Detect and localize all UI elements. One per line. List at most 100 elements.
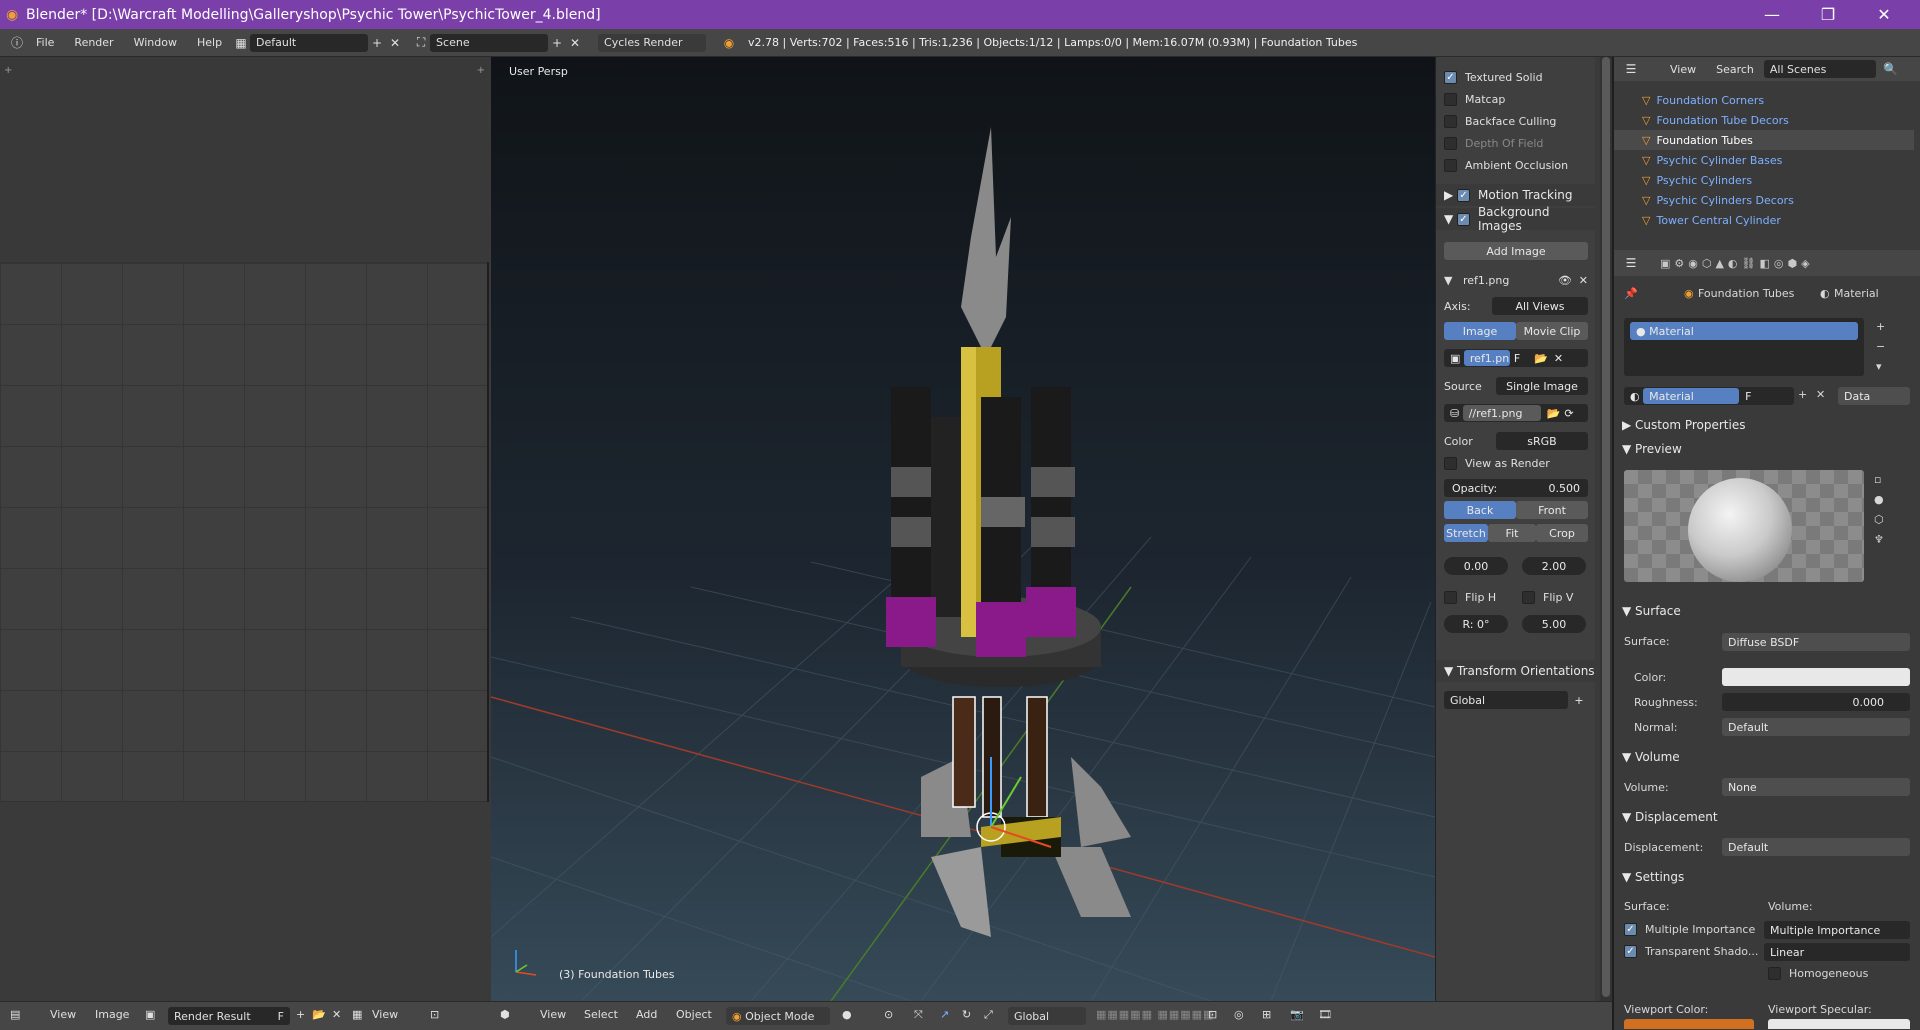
collapse-arrow-icon[interactable]: ▼: [1444, 274, 1463, 287]
menu-help[interactable]: Help: [187, 36, 232, 49]
manipulator-icon[interactable]: ⤧: [914, 1008, 923, 1022]
material-browse-icon[interactable]: ◐: [1630, 390, 1643, 403]
3d-viewport[interactable]: User Persp (3) Foundation Tubes: [491, 57, 1435, 1001]
size-field[interactable]: 5.00: [1522, 615, 1586, 633]
opacity-slider[interactable]: Opacity: 0.500: [1444, 479, 1588, 497]
front-button[interactable]: Front: [1516, 501, 1588, 519]
material-datablock[interactable]: ◐ Material F: [1624, 387, 1794, 405]
outliner-row[interactable]: ▽ Tower Central Cylinder: [1614, 210, 1914, 230]
checkbox-icon[interactable]: [1444, 158, 1457, 172]
render-engine-dropdown[interactable]: Cycles Render: [598, 33, 707, 52]
outliner-view-menu[interactable]: View: [1660, 63, 1706, 76]
remove-layout-icon[interactable]: ✕: [386, 34, 404, 52]
pin-icon[interactable]: 📌: [1624, 287, 1638, 300]
remove-slot-icon[interactable]: −: [1876, 340, 1885, 353]
add-scene-icon[interactable]: +: [548, 34, 566, 52]
properties-editor-icon[interactable]: ☰: [1622, 254, 1640, 272]
material-slot[interactable]: ● Material: [1630, 322, 1858, 340]
volume-interpolation-dropdown[interactable]: Linear: [1764, 943, 1910, 961]
search-icon[interactable]: 🔍: [1882, 60, 1900, 78]
vp-add-menu[interactable]: Add: [636, 1008, 657, 1021]
add-orientation-icon[interactable]: +: [1570, 691, 1588, 709]
outliner-row[interactable]: ▽ Foundation Tube Decors: [1614, 110, 1914, 130]
proportional-icon[interactable]: ◎: [1234, 1008, 1244, 1021]
background-images-header[interactable]: ▼ ✓ Background Images: [1436, 205, 1596, 233]
volume-sampling-dropdown[interactable]: Multiple Importance: [1764, 921, 1910, 939]
shading-icon[interactable]: ●: [842, 1008, 852, 1021]
layers-icon[interactable]: ▦▦▦▦▦ ▦▦▦▦▦: [1096, 1008, 1214, 1021]
volume-panel[interactable]: ▼ Volume: [1614, 746, 1914, 768]
custom-properties-panel[interactable]: ▶ Custom Properties: [1614, 414, 1914, 436]
foundation-corner[interactable]: [1051, 847, 1131, 917]
scene-icon[interactable]: ⛶: [412, 34, 430, 52]
outliner-row-active[interactable]: ▽ Foundation Tubes: [1614, 130, 1914, 150]
rotate-icon[interactable]: ↻: [962, 1008, 971, 1021]
preview-type-icon[interactable]: ▫: [1874, 473, 1881, 486]
outliner-row[interactable]: ▽ Psychic Cylinder Bases: [1614, 150, 1914, 170]
menu-window[interactable]: Window: [124, 36, 187, 49]
tab-image[interactable]: Image: [1444, 322, 1516, 340]
snap-element-icon[interactable]: ⊞: [1262, 1008, 1271, 1021]
image-editor-grid[interactable]: [0, 262, 487, 802]
outliner-row[interactable]: ▽ Psychic Cylinders Decors: [1614, 190, 1914, 210]
tower-central-cylinder[interactable]: [961, 347, 976, 637]
snap-icon[interactable]: ⊡: [1208, 1008, 1217, 1021]
checkbox-icon[interactable]: [1444, 92, 1457, 106]
remove-icon[interactable]: ✕: [1579, 274, 1588, 287]
close-button[interactable]: ✕: [1856, 0, 1912, 29]
link-dropdown[interactable]: Data: [1838, 387, 1910, 405]
preview-type-icon[interactable]: ⬡: [1874, 513, 1884, 526]
pivot-point-icon[interactable]: ⊙: [884, 1008, 893, 1021]
foundation-corner[interactable]: [1071, 757, 1131, 847]
settings-panel[interactable]: ▼ Settings: [1614, 866, 1914, 888]
viewport-color-swatch[interactable]: [1624, 1019, 1754, 1029]
unlink-material-icon[interactable]: ✕: [1816, 388, 1825, 401]
checkbox-icon[interactable]: [1444, 590, 1457, 604]
checkbox-icon[interactable]: [1444, 456, 1457, 470]
unlink-image-icon[interactable]: ✕: [332, 1008, 341, 1021]
render-anim-icon[interactable]: 🎞: [1318, 1008, 1332, 1021]
normal-dropdown[interactable]: Default: [1722, 718, 1910, 736]
layout-dropdown[interactable]: Default: [250, 33, 369, 52]
checkbox-icon[interactable]: ✓: [1624, 945, 1637, 958]
3d-view-type-icon[interactable]: ⬢: [500, 1008, 510, 1021]
scale-icon[interactable]: ⤢: [984, 1008, 993, 1022]
reload-icon[interactable]: ⟳: [1564, 407, 1573, 420]
add-image-button[interactable]: Add Image: [1444, 242, 1588, 260]
scene-dropdown[interactable]: Scene: [430, 33, 549, 52]
foundation-tube[interactable]: [952, 696, 976, 808]
open-image-icon[interactable]: 📂: [312, 1008, 326, 1021]
checkbox-icon[interactable]: [1444, 136, 1457, 150]
transform-orientations-header[interactable]: ▼ Transform Orientations: [1436, 660, 1596, 682]
tower-spire[interactable]: [961, 127, 1011, 347]
eye-icon[interactable]: 👁: [1558, 274, 1572, 287]
new-image-icon[interactable]: +: [296, 1008, 305, 1021]
checkbox-icon[interactable]: [1768, 967, 1781, 980]
image-editor[interactable]: + +: [0, 57, 489, 1001]
checkbox-icon[interactable]: [1444, 114, 1457, 128]
preview-type-icon[interactable]: ●: [1874, 493, 1884, 506]
checkbox-icon[interactable]: ✓: [1444, 70, 1457, 84]
vp-object-menu[interactable]: Object: [676, 1008, 712, 1021]
outliner-row[interactable]: ▽ Psychic Cylinders: [1614, 170, 1914, 190]
vp-view-menu[interactable]: View: [540, 1008, 566, 1021]
fake-user-toggle[interactable]: F: [1514, 352, 1520, 365]
image-editor-type-icon[interactable]: ▤: [10, 1008, 20, 1021]
foundation-tube[interactable]: [1026, 696, 1048, 818]
shelf-scrollbar[interactable]: [1600, 57, 1612, 1001]
pivot-icon[interactable]: ⊡: [430, 1008, 439, 1021]
left-view-menu[interactable]: View: [50, 1008, 76, 1021]
menu-file[interactable]: File: [26, 36, 64, 49]
slot-menu-icon[interactable]: ▾: [1876, 360, 1882, 373]
outliner-row[interactable]: ▽ Foundation Corners: [1614, 90, 1914, 110]
region-toggle-icon[interactable]: +: [477, 65, 485, 76]
filepath-value[interactable]: //ref1.png: [1462, 405, 1541, 421]
transform-orientation-dropdown[interactable]: Global: [1008, 1007, 1086, 1025]
add-slot-icon[interactable]: +: [1876, 320, 1885, 333]
color-space-dropdown[interactable]: sRGB: [1496, 432, 1588, 450]
offset-y-field[interactable]: 2.00: [1522, 557, 1586, 575]
displacement-dropdown[interactable]: Default: [1722, 838, 1910, 856]
image-datablock[interactable]: ▣ ref1.pn F 📂 ✕: [1444, 349, 1588, 367]
add-layout-icon[interactable]: +: [368, 34, 386, 52]
offset-x-field[interactable]: 0.00: [1444, 557, 1508, 575]
